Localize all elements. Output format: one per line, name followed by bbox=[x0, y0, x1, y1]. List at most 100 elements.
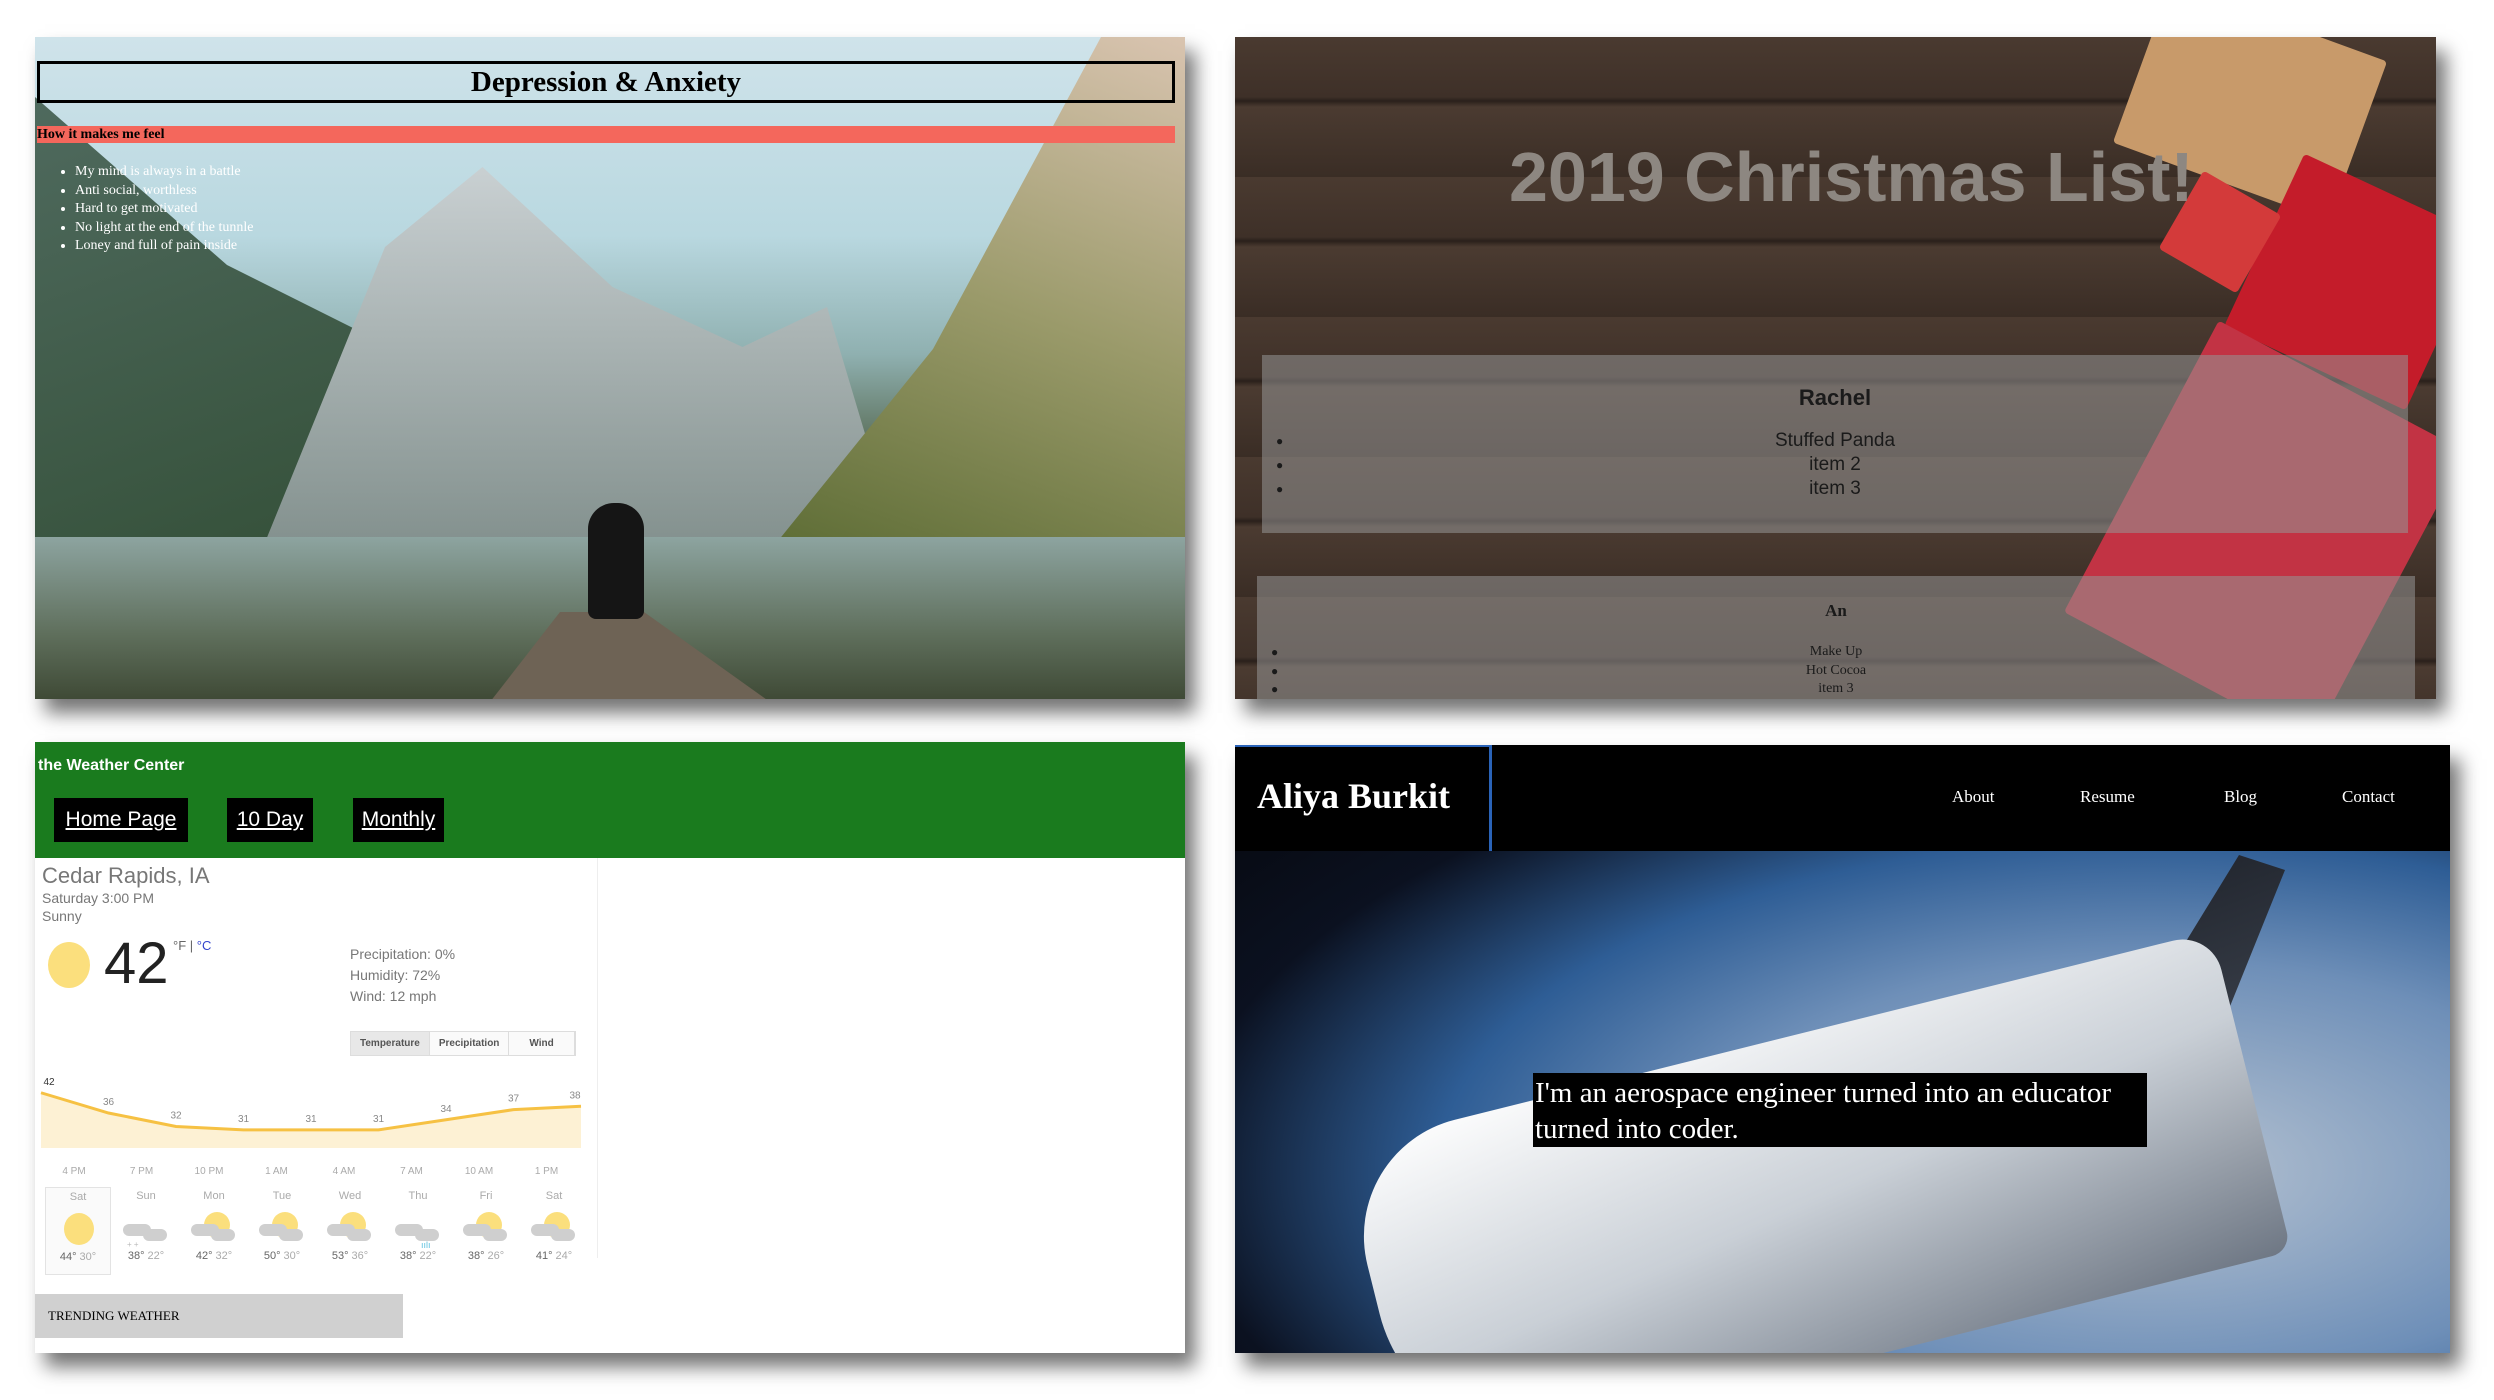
temperature-label: 37 bbox=[508, 1094, 520, 1105]
site-name[interactable]: Aliya Burkit bbox=[1235, 745, 1492, 851]
item-text: Stuffed Panda bbox=[1774, 430, 1896, 451]
nav-monthly[interactable]: Monthly bbox=[353, 798, 444, 842]
forecast-day[interactable]: Sat 41° 24° bbox=[521, 1187, 587, 1275]
temperature-label: 42 bbox=[43, 1077, 55, 1088]
high-temp: 38° bbox=[399, 1250, 417, 1262]
snow-cloud-icon: + + bbox=[113, 1202, 179, 1250]
temperature-label: 34 bbox=[440, 1104, 452, 1115]
item-text: item 3 bbox=[1809, 478, 1861, 499]
high-temp: 38° bbox=[467, 1250, 485, 1262]
tab-temperature[interactable]: Temperature bbox=[351, 1032, 430, 1055]
forecast-day[interactable]: Sat 44° 30° bbox=[45, 1187, 111, 1275]
list-item: ● Hot Cocoa bbox=[1271, 662, 1867, 678]
card-name: An bbox=[1825, 601, 1847, 620]
low-temp: 22° bbox=[147, 1250, 165, 1262]
list-item: No light at the end of the tunnle bbox=[75, 219, 253, 238]
forecast-day[interactable]: Fri 38° 26° bbox=[453, 1187, 519, 1275]
unit-separator: | bbox=[186, 938, 197, 953]
day-name: Tue bbox=[272, 1190, 292, 1202]
time-label: 1 AM bbox=[265, 1166, 288, 1177]
unit-f[interactable]: °F bbox=[173, 938, 186, 953]
temperature-label: 36 bbox=[103, 1097, 115, 1108]
nav-about[interactable]: About bbox=[1952, 787, 1995, 807]
feelings-list: My mind is always in a battle Anti socia… bbox=[57, 163, 253, 256]
site-brand: the Weather Center bbox=[38, 757, 185, 774]
temperature-label: 32 bbox=[170, 1111, 182, 1122]
wind: Wind: 12 mph bbox=[350, 988, 437, 1004]
low-temp: 24° bbox=[555, 1250, 573, 1262]
low-temp: 32° bbox=[215, 1250, 233, 1262]
nav-home-page[interactable]: Home Page bbox=[54, 798, 188, 842]
humidity: Humidity: 72% bbox=[350, 967, 441, 983]
partly-cloudy-icon bbox=[249, 1202, 315, 1250]
low-temp: 36° bbox=[351, 1250, 369, 1262]
person-silhouette bbox=[588, 503, 644, 619]
intro-text: I'm an aerospace engineer turned into an… bbox=[1533, 1073, 2147, 1147]
nav-10-day[interactable]: 10 Day bbox=[227, 798, 313, 842]
list-item: Loney and full of pain inside bbox=[75, 237, 253, 256]
depression-anxiety-page: Depression & Anxiety How it makes me fee… bbox=[35, 37, 1185, 699]
temperature-label: 31 bbox=[373, 1114, 385, 1125]
time-label: 4 AM bbox=[333, 1166, 356, 1177]
wishlist-card: An ● Make Up ● Hot Cocoa ● item 3 bbox=[1257, 576, 2415, 699]
precipitation: Precipitation: 0% bbox=[350, 946, 456, 962]
partly-cloudy-icon bbox=[317, 1202, 383, 1250]
list-item: ● Stuffed Panda bbox=[1276, 430, 1896, 451]
day-name: Sat bbox=[545, 1190, 563, 1202]
nav-resume[interactable]: Resume bbox=[2080, 787, 2135, 807]
temperature-label: 31 bbox=[305, 1114, 317, 1125]
city-name: Cedar Rapids, IA bbox=[42, 863, 210, 888]
list-item: Hard to get motivated bbox=[75, 200, 253, 219]
day-name: Thu bbox=[408, 1190, 428, 1202]
high-temp: 42° bbox=[195, 1250, 213, 1262]
current-temperature: 42 bbox=[104, 931, 169, 996]
day-name: Fri bbox=[479, 1190, 493, 1202]
forecast-day[interactable]: Mon 42° 32° bbox=[181, 1187, 247, 1275]
nav-contact[interactable]: Contact bbox=[2342, 787, 2395, 807]
tab-wind[interactable]: Wind bbox=[509, 1032, 575, 1055]
chart-tabs: Temperature Precipitation Wind bbox=[350, 1031, 576, 1056]
unit-c[interactable]: °C bbox=[197, 938, 212, 953]
mountain-image bbox=[765, 37, 1185, 557]
high-temp: 50° bbox=[263, 1250, 281, 1262]
portfolio-page: Aliya Burkit About Resume Blog Contact I… bbox=[1235, 745, 2450, 1353]
list-item: Anti social, worthless bbox=[75, 182, 253, 201]
temperature-chart: 42 36 32 31 31 31 34 37 38 4 PM 7 PM 10 PM 1 AM 4 AM 7… bbox=[40, 1077, 582, 1177]
partly-cloudy-icon bbox=[521, 1202, 587, 1250]
nav-blog[interactable]: Blog bbox=[2224, 787, 2257, 807]
day-name: Sun bbox=[136, 1190, 156, 1202]
item-text: item 2 bbox=[1809, 454, 1861, 475]
header: Aliya Burkit About Resume Blog Contact bbox=[1235, 745, 2450, 851]
weather-time: Saturday 3:00 PM bbox=[42, 890, 155, 906]
forecast-day[interactable]: Thu ıılı 38° 22° bbox=[385, 1187, 451, 1275]
time-label: 4 PM bbox=[62, 1166, 85, 1177]
forecast-day[interactable]: Tue 50° 30° bbox=[249, 1187, 315, 1275]
low-temp: 30° bbox=[79, 1251, 97, 1263]
forecast-day[interactable]: Wed 53° 36° bbox=[317, 1187, 383, 1275]
day-name: Mon bbox=[203, 1190, 225, 1202]
day-name: Wed bbox=[338, 1190, 362, 1202]
time-label: 10 AM bbox=[465, 1166, 493, 1177]
time-label: 1 PM bbox=[535, 1166, 558, 1177]
forecast-day[interactable]: Sun + +38° 22° bbox=[113, 1187, 179, 1275]
temperature-label: 31 bbox=[238, 1114, 250, 1125]
item-text: Make Up bbox=[1809, 644, 1863, 659]
temperature-label: 38 bbox=[569, 1090, 581, 1101]
page-title: 2019 Christmas List! bbox=[1509, 138, 2194, 216]
time-label: 7 PM bbox=[130, 1166, 153, 1177]
tab-precipitation[interactable]: Precipitation bbox=[429, 1032, 510, 1055]
low-temp: 22° bbox=[419, 1250, 437, 1262]
weather-condition: Sunny bbox=[42, 908, 82, 924]
partly-cloudy-icon bbox=[181, 1202, 247, 1250]
unit-toggle[interactable]: °F | °C bbox=[173, 938, 211, 953]
page-title: Depression & Anxiety bbox=[37, 61, 1175, 103]
sun-icon bbox=[48, 942, 90, 988]
low-temp: 26° bbox=[487, 1250, 505, 1262]
section-heading: How it makes me feel bbox=[37, 126, 1175, 143]
high-temp: 41° bbox=[535, 1250, 553, 1262]
wishlist-card: Rachel ● Stuffed Panda ● item 2 ● item 3 bbox=[1262, 355, 2408, 533]
partly-cloudy-icon bbox=[453, 1202, 519, 1250]
low-temp: 30° bbox=[283, 1250, 301, 1262]
trending-weather-bar[interactable]: TRENDING WEATHER bbox=[35, 1294, 403, 1338]
weather-center-page: the Weather Center Home Page 10 Day Mont… bbox=[35, 742, 1185, 1353]
